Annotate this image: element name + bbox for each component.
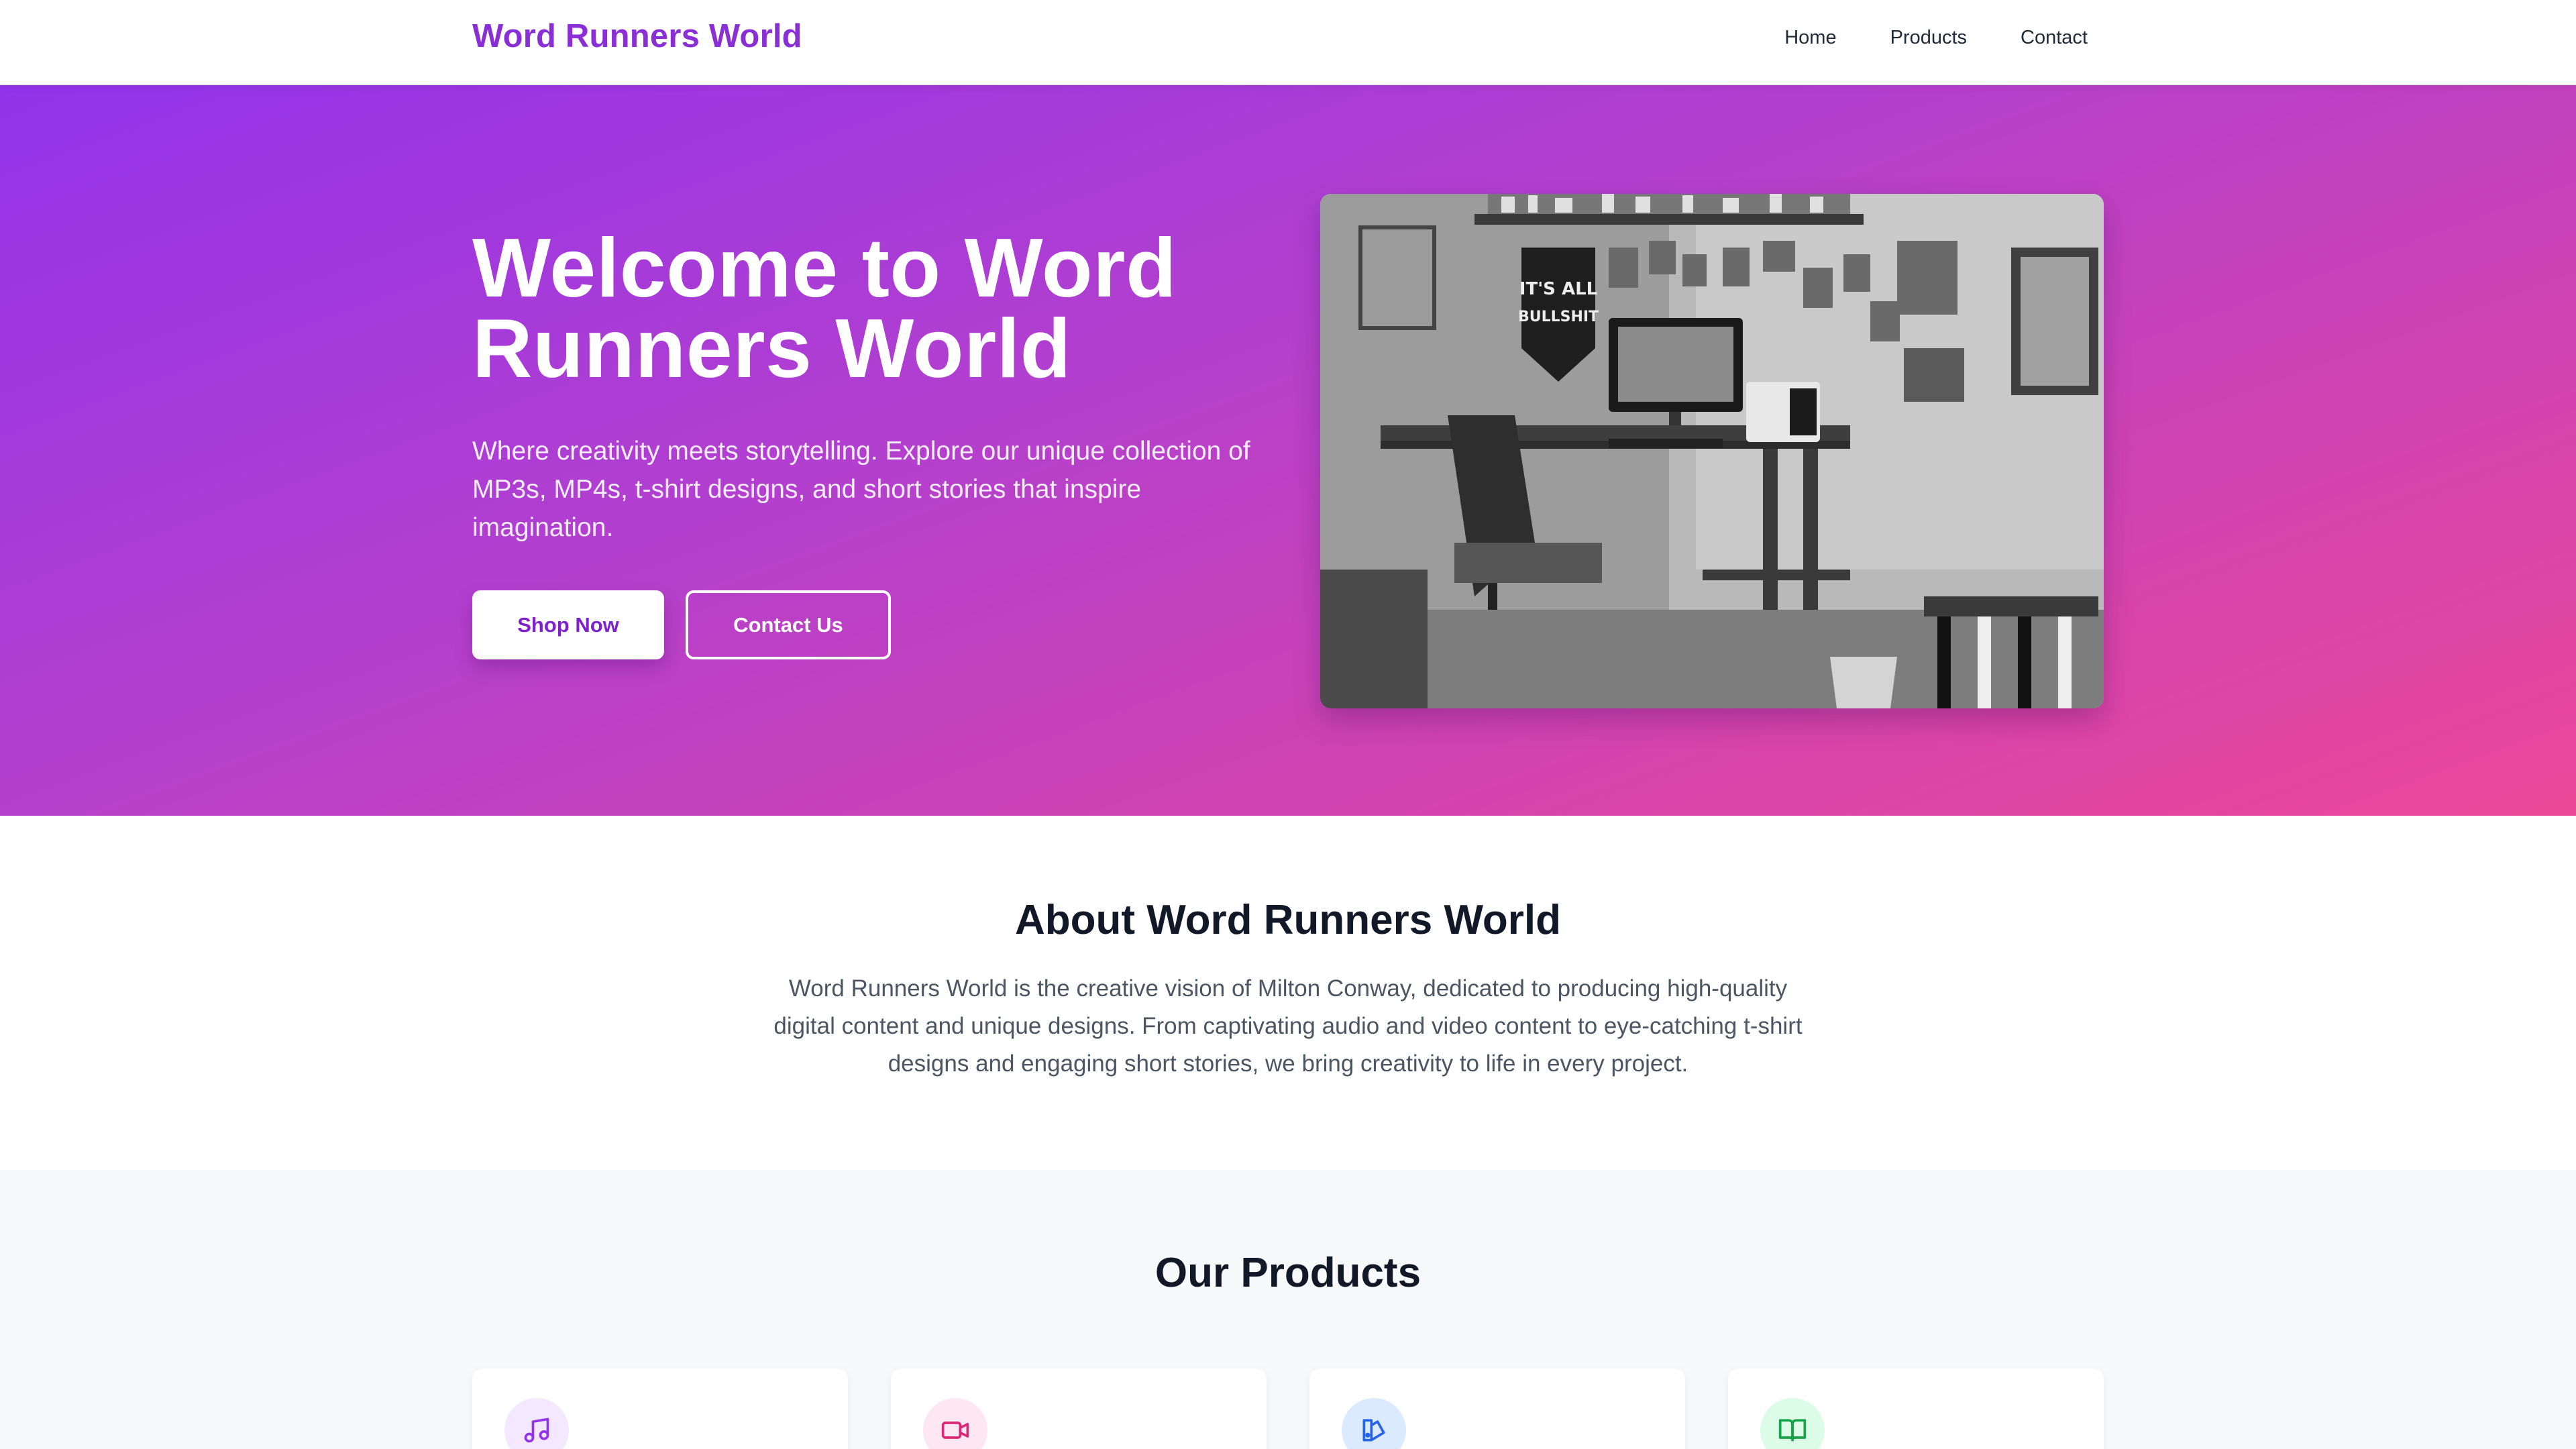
desk-photo-illustration: IT'S ALL BULLSHIT — [1320, 194, 2104, 708]
music-icon — [504, 1398, 569, 1449]
products-section: Our Products — [0, 1170, 2576, 1449]
hero-subtitle: Where creativity meets storytelling. Exp… — [472, 437, 1250, 542]
product-card-video[interactable] — [891, 1368, 1267, 1449]
about-section: About Word Runners World Word Runners Wo… — [0, 816, 2576, 1170]
video-icon — [923, 1398, 987, 1449]
product-card-music[interactable] — [472, 1368, 848, 1449]
nav-link-home[interactable]: Home — [1784, 27, 1836, 49]
product-card-stories[interactable] — [1728, 1368, 2104, 1449]
pennant-text-1: IT'S ALL — [1519, 279, 1597, 299]
nav-link-products[interactable]: Products — [1890, 27, 1967, 49]
brand-logo[interactable]: Word Runners World — [472, 17, 802, 55]
nav-links: Home Products Contact — [1784, 27, 2088, 49]
hero-title: Welcome to Word Runners World — [472, 222, 1177, 395]
about-title: About Word Runners World — [1015, 897, 1561, 943]
products-title: Our Products — [1155, 1250, 1421, 1296]
top-navbar: Word Runners World Home Products Contact — [0, 0, 2576, 85]
design-icon — [1342, 1398, 1406, 1449]
nav-link-contact[interactable]: Contact — [2021, 27, 2088, 49]
contact-us-button[interactable]: Contact Us — [686, 590, 891, 659]
hero-desk-photo: IT'S ALL BULLSHIT — [1320, 194, 2104, 708]
about-text: Word Runners World is the creative visio… — [773, 975, 1803, 1077]
shop-now-button[interactable]: Shop Now — [472, 590, 664, 659]
product-card-design[interactable] — [1309, 1368, 1685, 1449]
pennant-text-2: BULLSHIT — [1518, 309, 1599, 325]
hero-section: Welcome to Word Runners World Where crea… — [0, 85, 2576, 816]
book-icon — [1760, 1398, 1825, 1449]
